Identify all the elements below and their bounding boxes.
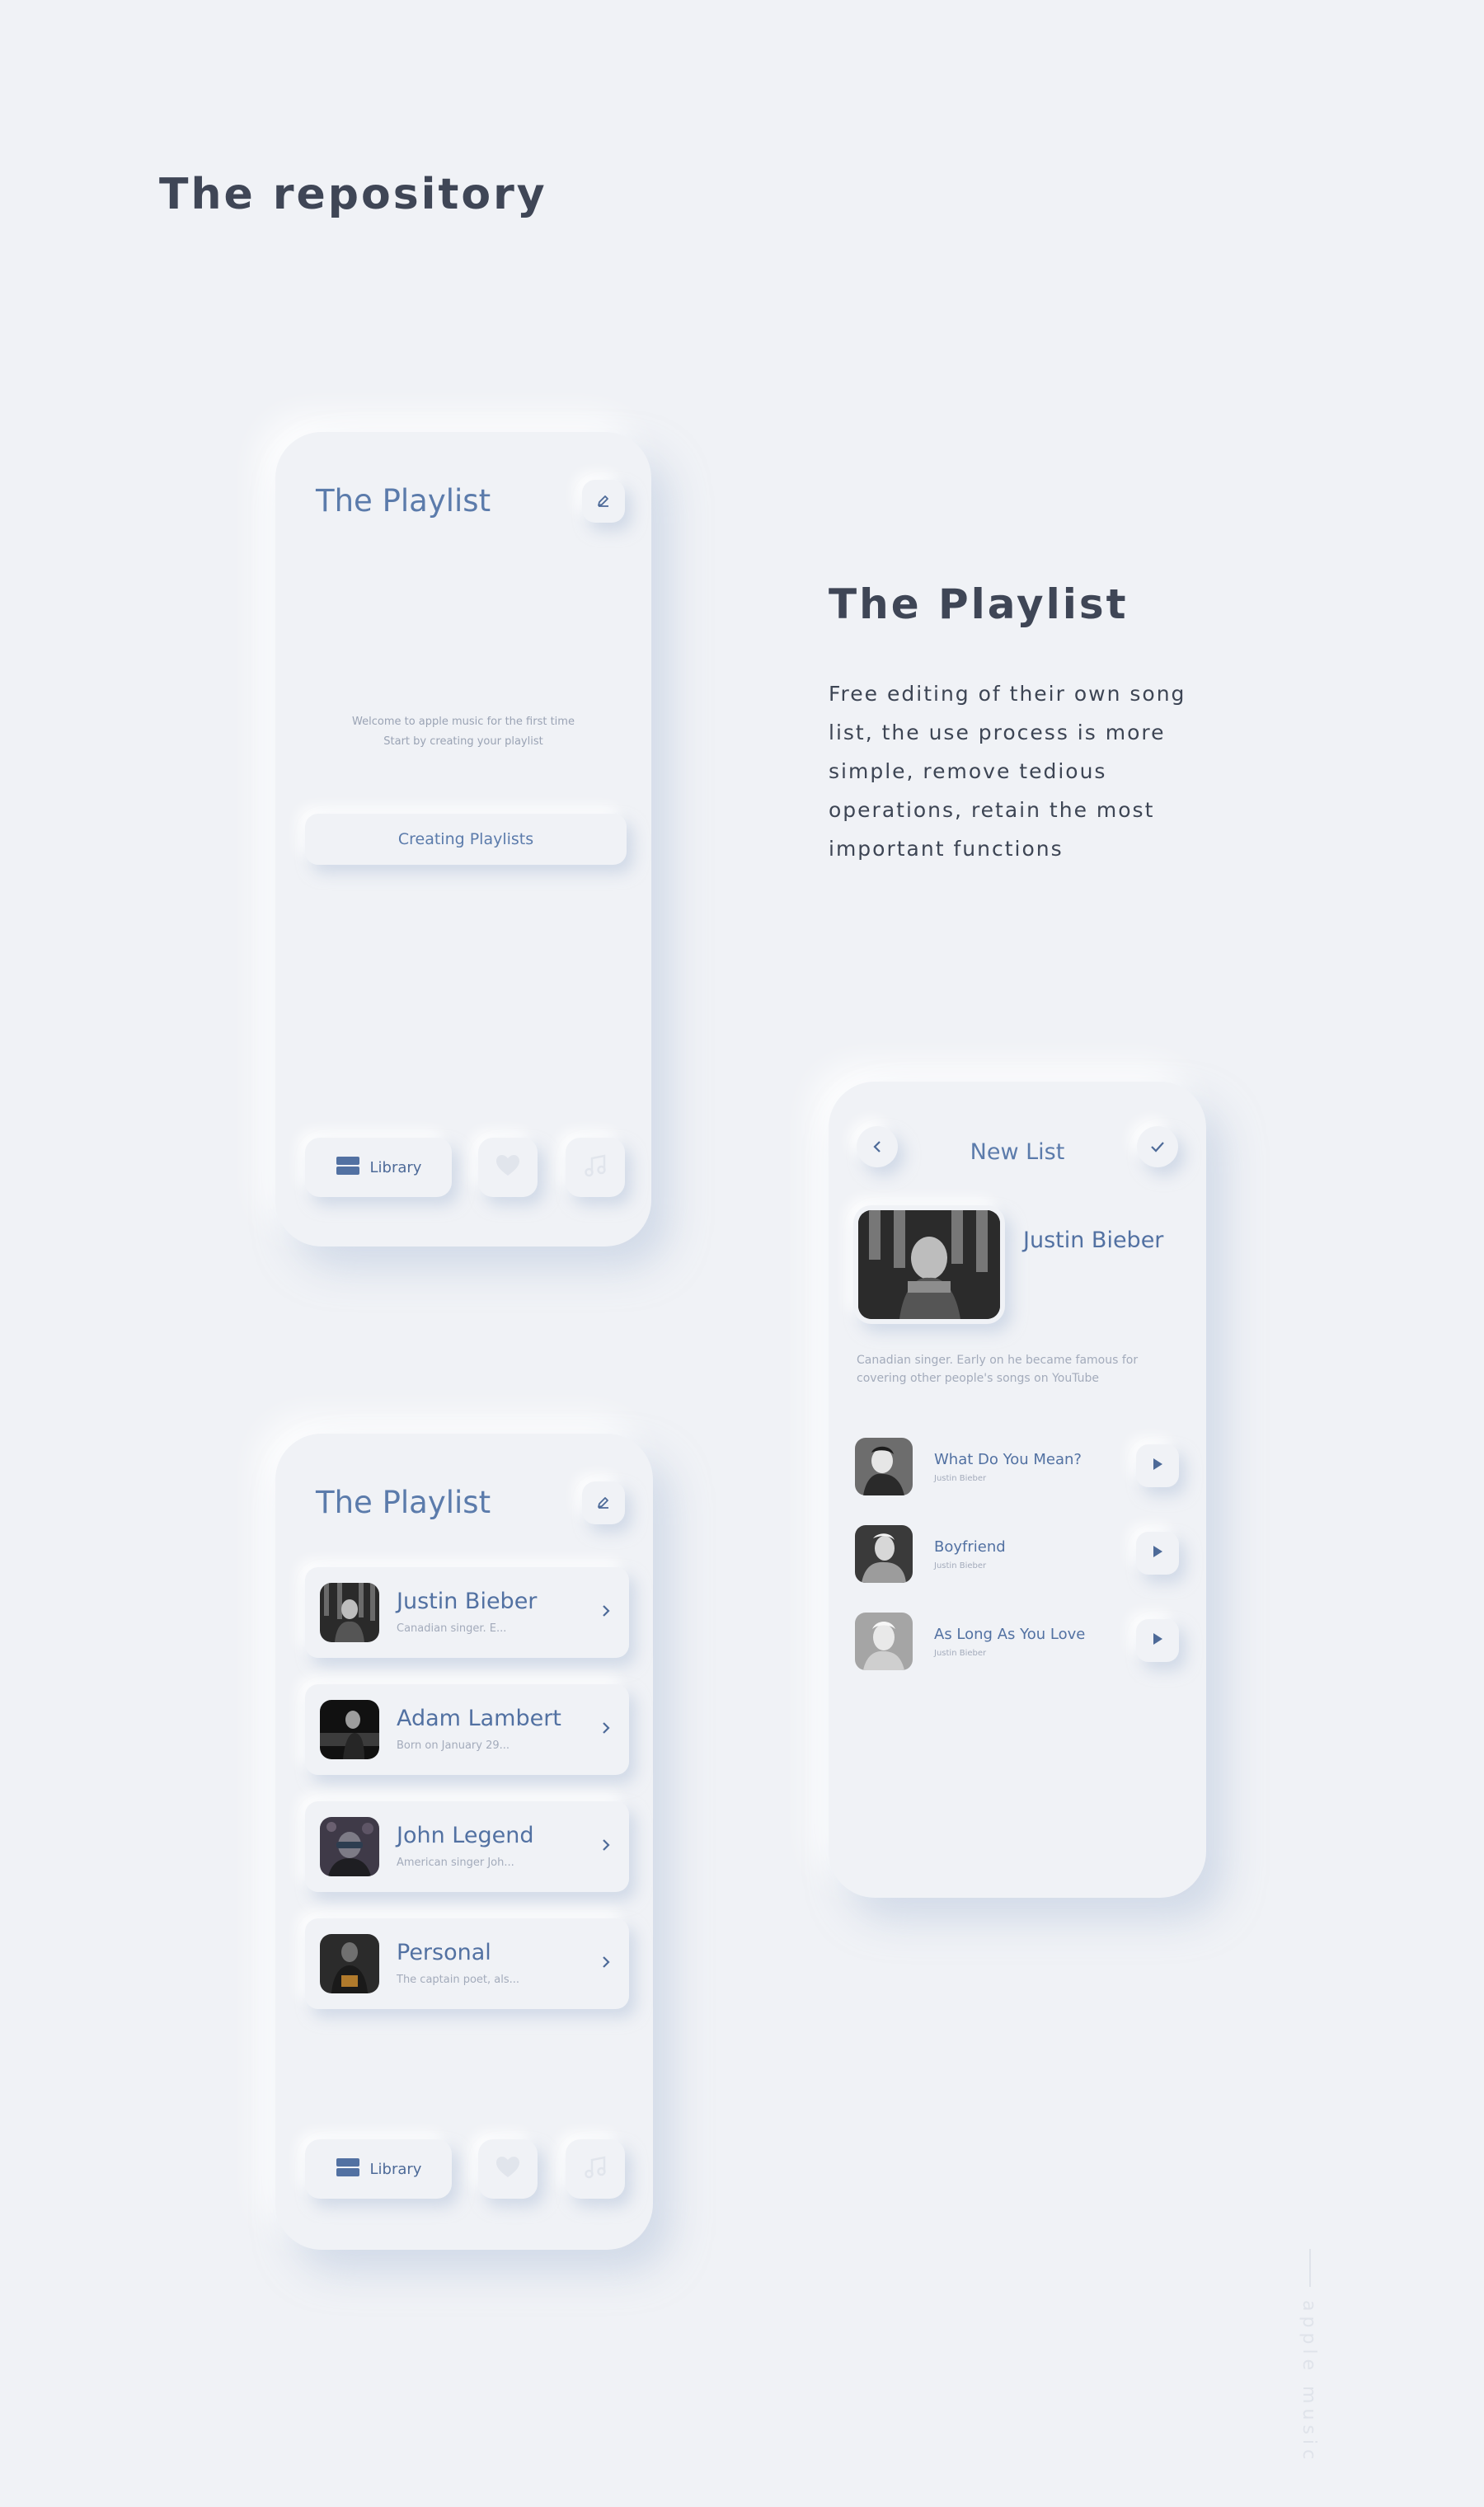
artist-bio-line-2: covering other people's songs on YouTube	[857, 1372, 1099, 1385]
playlist-name: Justin Bieber	[397, 1589, 538, 1614]
song-row[interactable]: What Do You Mean? Justin Bieber	[855, 1438, 1179, 1504]
playlist-item[interactable]: John Legend American singer Joh...	[305, 1801, 629, 1892]
song-title: Boyfriend	[934, 1538, 1006, 1556]
song-title: What Do You Mean?	[934, 1451, 1082, 1468]
playlist-thumbnail	[320, 1934, 379, 1993]
playlist-item[interactable]: Adam Lambert Born on January 29...	[305, 1684, 629, 1775]
playlist-thumbnail	[320, 1700, 379, 1759]
chevron-right-icon	[601, 1955, 611, 1973]
song-row[interactable]: Boyfriend Justin Bieber	[855, 1525, 1179, 1591]
artist-name: Justin Bieber	[1023, 1228, 1164, 1253]
playlist-subtitle: Canadian singer. E...	[397, 1622, 507, 1635]
song-thumbnail	[855, 1438, 913, 1495]
empty-playlist-screen: The Playlist Welcome to apple music for …	[275, 432, 651, 1246]
playlist-item[interactable]: Personal The captain poet, als...	[305, 1918, 629, 2009]
new-list-screen: New List Justin Bieber Canadian singer. …	[829, 1082, 1206, 1898]
library-icon	[336, 2157, 360, 2181]
screen-title: The Playlist	[316, 1485, 491, 1520]
playlist-thumbnail	[320, 1817, 379, 1876]
playlist-subtitle: The captain poet, als...	[397, 1974, 520, 1986]
tab-library-label: Library	[369, 1158, 422, 1176]
pencil-icon	[595, 493, 612, 509]
screen-title: The Playlist	[316, 483, 491, 519]
playlist-item[interactable]: Justin Bieber Canadian singer. E...	[305, 1567, 629, 1658]
tab-favorites[interactable]	[478, 2139, 538, 2199]
page-title: The repository	[159, 170, 547, 219]
welcome-hint: Welcome to apple music for the first tim…	[275, 712, 651, 752]
hint-line-2: Start by creating your playlist	[383, 735, 543, 748]
artist-bio-line-1: Canadian singer. Early on he became famo…	[857, 1354, 1139, 1367]
song-artist: Justin Bieber	[934, 1649, 987, 1658]
hint-line-1: Welcome to apple music for the first tim…	[352, 716, 575, 728]
tab-music[interactable]	[566, 1138, 625, 1197]
heart-icon	[495, 1154, 520, 1181]
song-row[interactable]: As Long As You Love Justin Bieber	[855, 1613, 1179, 1678]
chevron-right-icon	[601, 1603, 611, 1622]
playlist-name: Personal	[397, 1940, 491, 1965]
create-playlist-button[interactable]: Creating Playlists	[305, 814, 627, 865]
play-icon	[1152, 1544, 1163, 1562]
section-title: The Playlist	[829, 580, 1129, 628]
library-icon	[336, 1156, 360, 1180]
song-artist: Justin Bieber	[934, 1561, 987, 1570]
playlist-subtitle: Born on January 29...	[397, 1739, 510, 1752]
tab-library[interactable]: Library	[305, 2139, 452, 2199]
tab-library[interactable]: Library	[305, 1138, 452, 1197]
playlist-subtitle: American singer Joh...	[397, 1857, 514, 1869]
tab-favorites[interactable]	[478, 1138, 538, 1197]
artist-cover-image	[858, 1210, 1000, 1319]
pencil-icon	[595, 1495, 612, 1511]
side-label: apple music	[1298, 2300, 1319, 2465]
music-note-icon	[583, 1153, 608, 1181]
play-button[interactable]	[1136, 1619, 1179, 1662]
tab-library-label: Library	[369, 2160, 422, 2178]
song-title: As Long As You Love	[934, 1626, 1086, 1643]
edit-button[interactable]	[582, 480, 625, 523]
play-icon	[1152, 1457, 1163, 1475]
song-thumbnail	[855, 1525, 913, 1583]
edit-button[interactable]	[582, 1481, 625, 1524]
playlist-screen: The Playlist Justin Bieber Canadian sing…	[275, 1434, 653, 2250]
artist-cover	[853, 1205, 1005, 1324]
playlist-thumbnail	[320, 1583, 379, 1642]
song-artist: Justin Bieber	[934, 1474, 987, 1483]
chevron-right-icon	[601, 1721, 611, 1739]
side-divider	[1309, 2249, 1311, 2287]
play-icon	[1152, 1631, 1163, 1650]
section-description: Free editing of their own song list, the…	[829, 682, 1186, 861]
check-icon	[1150, 1140, 1165, 1153]
chevron-right-icon	[601, 1838, 611, 1856]
artist-bio: Canadian singer. Early on he became famo…	[857, 1351, 1138, 1387]
playlist-name: John Legend	[397, 1823, 534, 1848]
heart-icon	[495, 2156, 520, 2182]
music-note-icon	[583, 2155, 608, 2183]
tab-music[interactable]	[566, 2139, 625, 2199]
play-button[interactable]	[1136, 1444, 1179, 1487]
song-thumbnail	[855, 1613, 913, 1670]
confirm-button[interactable]	[1137, 1126, 1178, 1167]
playlist-name: Adam Lambert	[397, 1706, 561, 1731]
play-button[interactable]	[1136, 1532, 1179, 1575]
